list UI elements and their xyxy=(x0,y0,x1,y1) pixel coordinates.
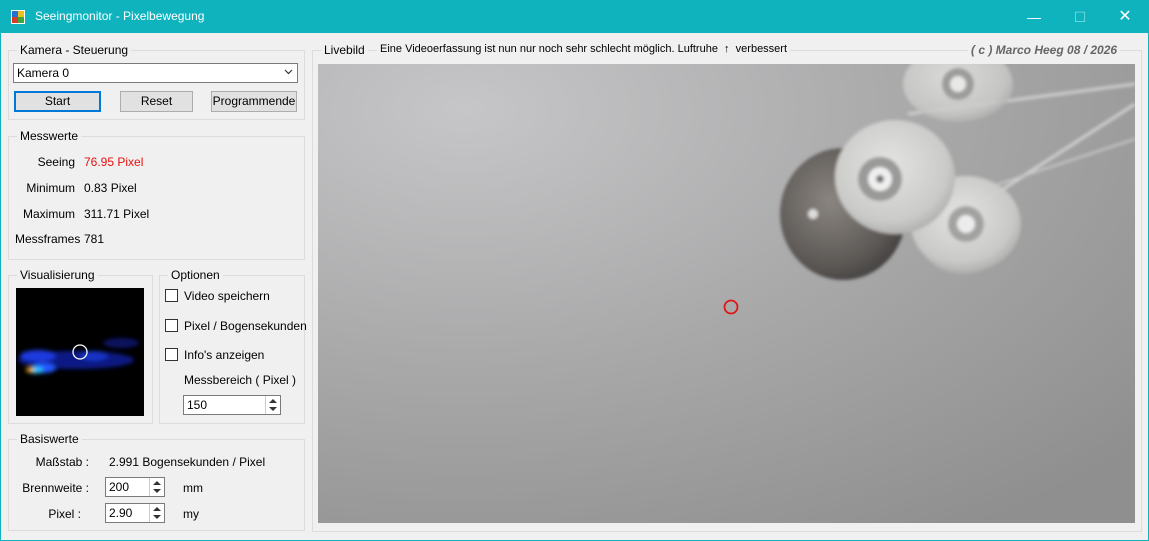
frames-label: Messframes xyxy=(15,232,81,246)
minimum-value: 0.83 Pixel xyxy=(84,181,137,195)
start-button[interactable]: Start xyxy=(14,91,101,112)
focal-length-value: 200 xyxy=(109,480,130,494)
copyright-text: ( c ) Marco Heeg 08 / 2026 xyxy=(968,43,1121,57)
title-bar[interactable]: Seeingmonitor - Pixelbewegung — ☐ ✕ xyxy=(1,1,1148,33)
base-values-legend: Basiswerte xyxy=(17,432,82,446)
heatmap-graphic xyxy=(16,288,144,416)
minimum-label: Minimum xyxy=(26,181,75,195)
pixel-size-value: 2.90 xyxy=(109,506,133,520)
program-end-button[interactable]: Programmende xyxy=(211,91,297,112)
arcsec-label[interactable]: Pixel / Bogensekunden xyxy=(184,319,307,333)
app-window: Seeingmonitor - Pixelbewegung — ☐ ✕ Kame… xyxy=(0,0,1149,541)
focal-length-stepper[interactable]: 200 xyxy=(105,477,165,497)
minimize-button[interactable]: — xyxy=(1011,1,1057,33)
camera-control-legend: Kamera - Steuerung xyxy=(17,43,132,57)
range-label: Messbereich ( Pixel ) xyxy=(184,373,297,387)
scale-value: 2.991 Bogensekunden / Pixel xyxy=(109,455,266,469)
motion-heatmap xyxy=(16,288,144,416)
maximum-value: 311.71 Pixel xyxy=(84,207,150,221)
pixel-size-unit: my xyxy=(183,507,199,521)
window-title: Seeingmonitor - Pixelbewegung xyxy=(35,9,205,23)
focal-length-stepper-buttons[interactable] xyxy=(149,478,164,496)
pixel-size-stepper-buttons[interactable] xyxy=(149,504,164,522)
arrow-up-icon[interactable] xyxy=(153,481,161,485)
range-stepper[interactable]: 150 xyxy=(183,395,281,415)
arrow-up-icon[interactable] xyxy=(269,399,277,403)
maximize-button[interactable]: ☐ xyxy=(1057,1,1103,33)
status-message: Eine Videoerfassung ist nun nur noch seh… xyxy=(377,43,791,55)
frames-value: 781 xyxy=(84,232,105,246)
camera-frame xyxy=(318,64,1135,523)
scale-label: Maßstab : xyxy=(35,455,89,469)
pixel-size-stepper[interactable]: 2.90 xyxy=(105,503,165,523)
info-checkbox[interactable] xyxy=(165,348,178,361)
range-value: 150 xyxy=(187,398,208,412)
live-view-legend: Livebild xyxy=(321,43,368,57)
measurements-legend: Messwerte xyxy=(17,129,82,143)
arcsec-checkbox[interactable] xyxy=(165,319,178,332)
camera-select[interactable]: Kamera 0 xyxy=(13,63,298,83)
close-button[interactable]: ✕ xyxy=(1102,1,1148,33)
video-save-label[interactable]: Video speichern xyxy=(184,289,270,303)
seeing-label: Seeing xyxy=(37,155,75,169)
options-legend: Optionen xyxy=(168,268,223,282)
arrow-down-icon[interactable] xyxy=(153,515,161,519)
visualization-legend: Visualisierung xyxy=(17,268,98,282)
reset-button[interactable]: Reset xyxy=(120,91,193,112)
info-label[interactable]: Info's anzeigen xyxy=(184,348,264,362)
arrow-up-icon[interactable] xyxy=(153,507,161,511)
pixel-size-label: Pixel : xyxy=(48,507,81,521)
maximum-label: Maximum xyxy=(22,207,75,221)
arrow-down-icon[interactable] xyxy=(269,407,277,411)
seeing-value: 76.95 Pixel xyxy=(84,155,144,169)
arrow-down-icon[interactable] xyxy=(153,489,161,493)
chevron-down-icon xyxy=(284,69,293,75)
focal-length-unit: mm xyxy=(183,481,203,495)
live-camera-view[interactable] xyxy=(318,64,1135,523)
camera-select-value: Kamera 0 xyxy=(17,66,70,80)
range-stepper-buttons[interactable] xyxy=(265,396,280,414)
focal-length-label: Brennweite : xyxy=(22,481,89,495)
app-icon xyxy=(11,10,25,24)
video-save-checkbox[interactable] xyxy=(165,289,178,302)
